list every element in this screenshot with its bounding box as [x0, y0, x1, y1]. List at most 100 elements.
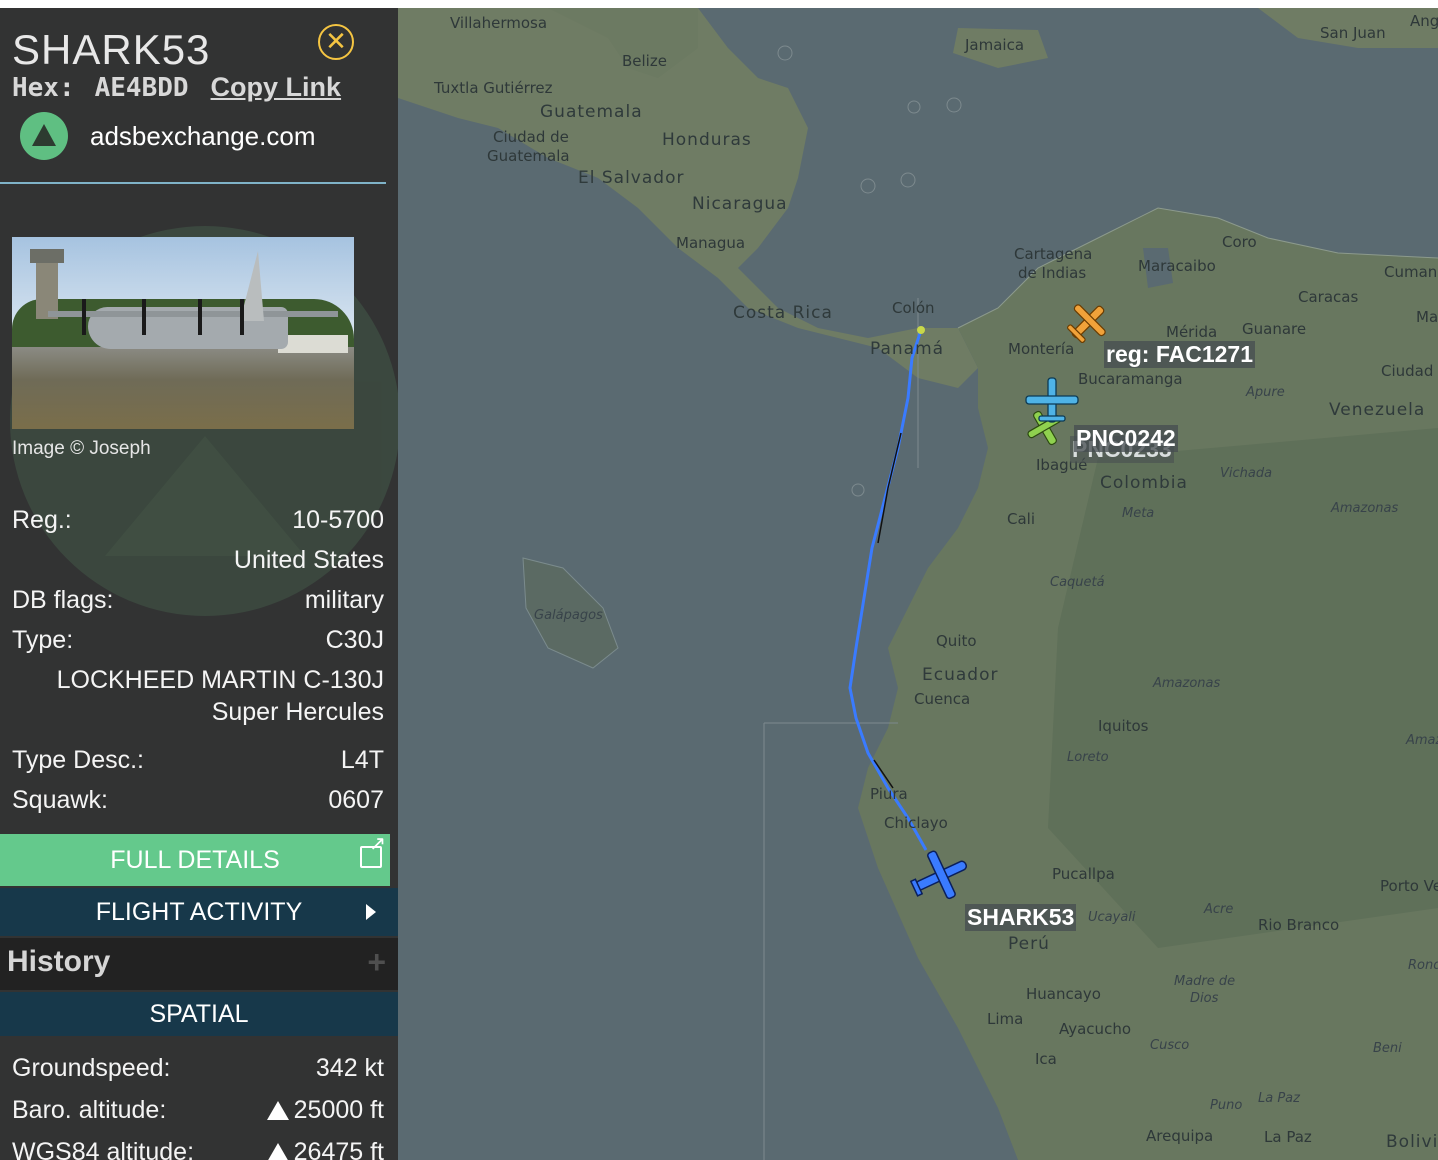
site-name: adsbexchange.com — [90, 120, 316, 151]
reg-value: 10-5700 — [292, 506, 384, 534]
close-icon[interactable]: ✕ — [318, 24, 354, 60]
region-label: Amazonas — [1331, 501, 1399, 516]
region-label: Vichada — [1220, 466, 1273, 481]
place-label: Ciudad de — [493, 128, 569, 146]
region-label: Amazonas — [1153, 676, 1221, 691]
country-label: Colombia — [1100, 473, 1188, 493]
country-label: Guatemala — [540, 102, 643, 122]
region-label: Dios — [1190, 991, 1219, 1006]
full-details-button[interactable]: FULL DETAILS — [0, 834, 390, 886]
region-label: Loreto — [1067, 750, 1109, 765]
image-credit: Image © Joseph — [12, 438, 151, 459]
map-basemap — [398, 8, 1438, 1160]
copy-link[interactable]: Copy Link — [211, 72, 342, 102]
country-label: Ecuador — [922, 665, 999, 685]
fac1271-map-label[interactable]: reg: FAC1271 — [1104, 341, 1256, 368]
place-label: Arequipa — [1146, 1127, 1214, 1145]
track-start-dot — [917, 326, 925, 334]
place-label: Coro — [1222, 233, 1257, 251]
type-value: C30J — [325, 626, 384, 654]
place-label: de Indias — [1018, 264, 1087, 282]
shark53-aircraft-icon[interactable] — [906, 846, 976, 904]
hex-label: Hex: — [12, 73, 75, 103]
place-label: Ma — [1416, 308, 1438, 326]
aircraft-photo[interactable] — [12, 237, 354, 429]
place-label: Cali — [1007, 510, 1036, 528]
external-link-icon — [360, 834, 386, 868]
place-label: Ang — [1410, 12, 1438, 30]
place-label: Colón — [892, 299, 935, 317]
place-label: Belize — [622, 52, 667, 70]
hex-value: AE4BDD — [94, 73, 189, 103]
place-label: Mérida — [1166, 323, 1218, 341]
place-label: Guatemala — [487, 147, 570, 165]
baro-altitude-value: 25000 ft — [293, 1096, 384, 1124]
place-label: Huancayo — [1026, 985, 1101, 1003]
place-label: Cumaná — [1384, 263, 1438, 281]
country-label: Panamá — [870, 339, 945, 359]
fac1271-aircraft-icon[interactable] — [1064, 298, 1112, 346]
country-label: Nicaragua — [692, 194, 788, 214]
history-label: History — [7, 945, 111, 978]
adsbexchange-logo-icon — [20, 112, 68, 160]
region-label: Ucayali — [1088, 910, 1136, 925]
place-label: Piura — [870, 785, 908, 803]
region-label: Caquetá — [1050, 575, 1105, 590]
typedesc-value: L4T — [340, 746, 384, 774]
place-label: Ica — [1035, 1050, 1057, 1068]
place-label: Caracas — [1298, 288, 1359, 306]
hex-row: Hex: AE4BDD Copy Link — [12, 72, 341, 103]
climbing-arrow-icon — [266, 1101, 289, 1120]
place-label: Pucallpa — [1052, 865, 1115, 883]
place-label: San Juan — [1320, 24, 1386, 42]
country-label: Costa Rica — [733, 303, 833, 323]
flags-label: DB flags: — [12, 586, 114, 614]
country-label: Honduras — [662, 130, 752, 150]
spatial-section-header: SPATIAL — [0, 992, 398, 1036]
region-label: Apure — [1246, 385, 1285, 400]
groundspeed-label: Groundspeed: — [12, 1054, 171, 1082]
place-label: Porto Ve — [1380, 877, 1438, 895]
full-details-label: FULL DETAILS — [110, 846, 280, 874]
reg-label: Reg.: — [12, 506, 72, 534]
map-view[interactable]: Villahermosa Belize Jamaica San Juan Ang… — [398, 8, 1438, 1160]
region-label: Rond — [1408, 958, 1438, 973]
region-label: Galápagos — [534, 608, 603, 623]
region-label: Beni — [1373, 1041, 1402, 1056]
shark53-map-label[interactable]: SHARK53 — [965, 904, 1077, 931]
region-label: Acre — [1204, 902, 1234, 917]
region-label: Meta — [1122, 506, 1155, 521]
place-label: Chiclayo — [884, 814, 948, 832]
wgs84-altitude-label: WGS84 altitude: — [12, 1138, 195, 1160]
groundspeed-value: 342 kt — [315, 1054, 384, 1082]
place-label: Cartagena — [1014, 245, 1093, 263]
expand-plus-icon[interactable]: + — [367, 938, 386, 986]
region-label: Cusco — [1150, 1038, 1190, 1053]
place-label: Tuxtla Gutiérrez — [434, 79, 553, 97]
country-label: Perú — [1008, 934, 1050, 954]
place-label: Ciudad — [1381, 362, 1434, 380]
place-label: Jamaica — [965, 36, 1025, 54]
place-label: Ayacucho — [1059, 1020, 1131, 1038]
top-strip — [0, 0, 1438, 8]
place-label: Rio Branco — [1258, 916, 1340, 934]
typedesc-label: Type Desc.: — [12, 746, 144, 774]
place-label: Maracaibo — [1138, 257, 1216, 275]
country-label: Bolivia — [1386, 1132, 1438, 1152]
wgs84-altitude-value: 26475 ft — [293, 1138, 384, 1160]
pnc0242-map-label[interactable]: PNC0242 — [1074, 425, 1178, 452]
header-divider — [0, 182, 386, 184]
model-line-1: LOCKHEED MARTIN C-130J — [56, 666, 384, 694]
history-section-header[interactable]: History + — [0, 938, 398, 990]
place-label: Lima — [987, 1010, 1024, 1028]
region-label: Amaz — [1406, 733, 1438, 748]
model-line-2: Super Hercules — [211, 698, 384, 726]
caret-right-icon — [366, 904, 376, 920]
baro-altitude-label: Baro. altitude: — [12, 1096, 167, 1124]
flight-activity-button[interactable]: FLIGHT ACTIVITY — [0, 888, 398, 936]
flags-value: military — [304, 586, 384, 614]
site-link[interactable]: adsbexchange.com — [20, 112, 315, 160]
pnc0242-aircraft-icon[interactable] — [1022, 376, 1082, 426]
type-label: Type: — [12, 626, 74, 654]
place-label: La Paz — [1264, 1128, 1312, 1146]
